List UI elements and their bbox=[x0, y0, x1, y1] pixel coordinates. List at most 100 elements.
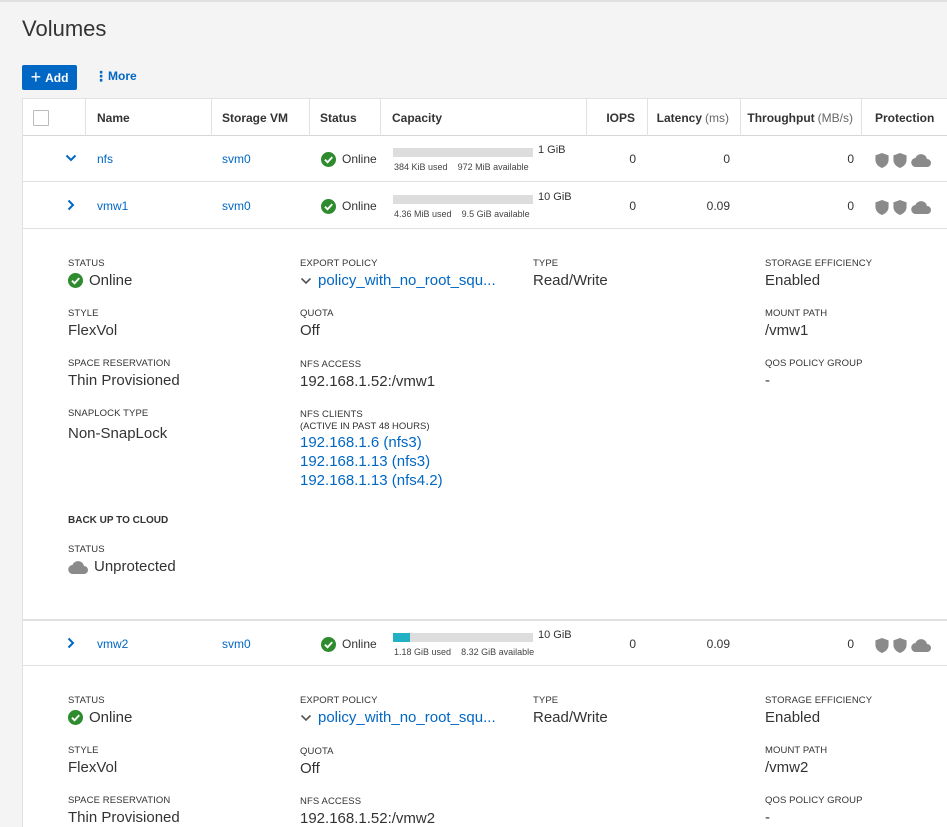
more-button[interactable]: ⋮ More bbox=[94, 69, 137, 83]
capacity-bar bbox=[393, 195, 533, 204]
page-title: Volumes bbox=[22, 16, 107, 41]
header-capacity[interactable]: Capacity bbox=[381, 99, 587, 136]
header-throughput[interactable]: Throughput (MB/s) bbox=[741, 99, 862, 136]
nfs-client-link[interactable]: 192.168.1.13 (nfs4.2) bbox=[300, 472, 443, 489]
table-header: Name Storage VM Status Capacity IOPS Lat… bbox=[23, 98, 947, 136]
header-capacity-label: Capacity bbox=[392, 110, 443, 125]
nfs-client-link[interactable]: 192.168.1.6 (nfs3) bbox=[300, 434, 443, 451]
volume-name-link[interactable]: vmw1 bbox=[97, 183, 128, 229]
detail-label: EXPORT POLICY bbox=[300, 258, 378, 269]
capacity-bar bbox=[393, 633, 533, 642]
detail-value: Read/Write bbox=[533, 272, 608, 289]
detail-label: QUOTA bbox=[300, 308, 334, 319]
check-circle-icon bbox=[321, 198, 336, 214]
detail-value: Online bbox=[68, 709, 132, 726]
detail-qos-policy-group: QOS POLICY GROUP - bbox=[765, 358, 863, 389]
export-policy-toggle[interactable]: policy_with_no_root_squ... bbox=[300, 272, 496, 289]
detail-value: 192.168.1.52:/vmw1 bbox=[300, 373, 436, 390]
detail-label: NFS CLIENTS bbox=[300, 409, 363, 420]
backup-status-text: Unprotected bbox=[94, 558, 176, 575]
detail-export-policy: EXPORT POLICY policy_with_no_root_squ... bbox=[300, 695, 496, 726]
throughput-value: 0 bbox=[847, 152, 854, 166]
nfs-client-link[interactable]: 192.168.1.13 (nfs3) bbox=[300, 453, 443, 470]
detail-snaplock-type: SNAPLOCK TYPE Non-SnapLock bbox=[68, 408, 167, 442]
header-protection: Protection bbox=[862, 99, 947, 136]
backup-section-title: BACK UP TO CLOUD bbox=[68, 515, 169, 526]
export-policy-toggle[interactable]: policy_with_no_root_squ... bbox=[300, 709, 496, 726]
header-status[interactable]: Status bbox=[310, 99, 381, 136]
header-storage-vm-label: Storage VM bbox=[222, 110, 289, 125]
detail-value: /vmw2 bbox=[765, 759, 809, 776]
status-text: Online bbox=[89, 272, 133, 289]
capacity-available: 9.5 GiB available bbox=[461, 209, 530, 219]
volumes-table: Name Storage VM Status Capacity IOPS Lat… bbox=[22, 98, 947, 827]
status-text: Online bbox=[342, 637, 377, 651]
capacity-total: 10 GiB bbox=[538, 629, 572, 641]
detail-mount-path: MOUNT PATH /vmw2 bbox=[765, 745, 827, 776]
protection-icons bbox=[875, 153, 931, 168]
detail-value: FlexVol bbox=[68, 759, 118, 776]
iops-value: 0 bbox=[629, 199, 636, 213]
detail-label: NFS ACCESS bbox=[300, 796, 362, 807]
capacity-used: 4.36 MiB used bbox=[394, 209, 452, 219]
detail-space-reservation: SPACE RESERVATION Thin Provisioned bbox=[68, 358, 180, 389]
add-button[interactable]: + Add bbox=[22, 65, 77, 90]
volume-name-link[interactable]: nfs bbox=[97, 136, 113, 182]
detail-label: SNAPLOCK TYPE bbox=[68, 408, 149, 419]
header-latency[interactable]: Latency (ms) bbox=[648, 99, 741, 136]
iops-value: 0 bbox=[629, 637, 636, 651]
capacity-total: 10 GiB bbox=[538, 191, 572, 203]
table-row[interactable]: vmw2 svm0 Online 10 GiB 1.18 GiB used 8.… bbox=[23, 620, 947, 666]
capacity-bar-fill bbox=[393, 633, 410, 642]
check-circle-icon bbox=[321, 151, 336, 167]
top-divider bbox=[0, 0, 947, 2]
capacity-usage: 1.18 GiB used 8.32 GiB available bbox=[394, 647, 534, 657]
volume-details-panel: STATUS Online EXPORT POLICY policy_with_… bbox=[23, 230, 947, 620]
shield-icon bbox=[893, 153, 907, 168]
shield-icon bbox=[875, 200, 889, 215]
detail-label: MOUNT PATH bbox=[765, 745, 828, 756]
status-cell: Online bbox=[321, 621, 377, 667]
table-row[interactable]: nfs svm0 Online 1 GiB 384 KiB used 972 M… bbox=[23, 136, 947, 182]
export-policy-link[interactable]: policy_with_no_root_squ... bbox=[318, 709, 496, 726]
header-name[interactable]: Name bbox=[86, 99, 212, 136]
header-select-cell bbox=[23, 99, 86, 136]
status-cell: Online bbox=[321, 136, 377, 182]
detail-type: TYPE Read/Write bbox=[533, 258, 608, 289]
detail-nfs-access: NFS ACCESS 192.168.1.52:/vmw2 bbox=[300, 796, 435, 827]
detail-label: EXPORT POLICY bbox=[300, 695, 378, 706]
header-name-label: Name bbox=[97, 110, 130, 125]
table-row[interactable]: vmw1 svm0 Online 10 GiB 4.36 MiB used 9.… bbox=[23, 183, 947, 229]
detail-value: Unprotected bbox=[68, 558, 176, 575]
detail-value: - bbox=[765, 372, 770, 389]
more-button-label: More bbox=[108, 69, 137, 83]
check-circle-icon bbox=[68, 710, 83, 725]
cloud-icon bbox=[911, 639, 931, 652]
plus-icon: + bbox=[30, 66, 42, 87]
header-storage-vm[interactable]: Storage VM bbox=[212, 99, 310, 136]
detail-export-policy: EXPORT POLICY policy_with_no_root_squ... bbox=[300, 258, 496, 289]
storage-vm-link[interactable]: svm0 bbox=[222, 621, 251, 667]
capacity-usage: 384 KiB used 972 MiB available bbox=[394, 162, 529, 172]
detail-style: STYLE FlexVol bbox=[68, 308, 117, 339]
export-policy-link[interactable]: policy_with_no_root_squ... bbox=[318, 272, 496, 289]
detail-value: FlexVol bbox=[68, 322, 118, 339]
detail-label: STATUS bbox=[68, 695, 105, 706]
storage-vm-link[interactable]: svm0 bbox=[222, 183, 251, 229]
volume-name-link[interactable]: vmw2 bbox=[97, 621, 128, 667]
chevron-down-icon[interactable] bbox=[65, 152, 77, 164]
detail-label: STORAGE EFFICIENCY bbox=[765, 258, 873, 269]
detail-value: Enabled bbox=[765, 272, 821, 289]
chevron-right-icon[interactable] bbox=[65, 637, 77, 649]
capacity-used: 1.18 GiB used bbox=[394, 647, 452, 657]
header-protection-label: Protection bbox=[875, 110, 935, 125]
header-iops[interactable]: IOPS bbox=[587, 99, 648, 136]
header-status-label: Status bbox=[320, 110, 357, 125]
chevron-down-icon bbox=[300, 277, 312, 284]
storage-vm-link[interactable]: svm0 bbox=[222, 136, 251, 182]
select-all-checkbox[interactable] bbox=[33, 110, 49, 126]
detail-status: STATUS Online bbox=[68, 258, 132, 289]
chevron-right-icon[interactable] bbox=[65, 199, 77, 211]
detail-status: STATUS Online bbox=[68, 695, 132, 726]
cloud-icon bbox=[911, 201, 931, 214]
